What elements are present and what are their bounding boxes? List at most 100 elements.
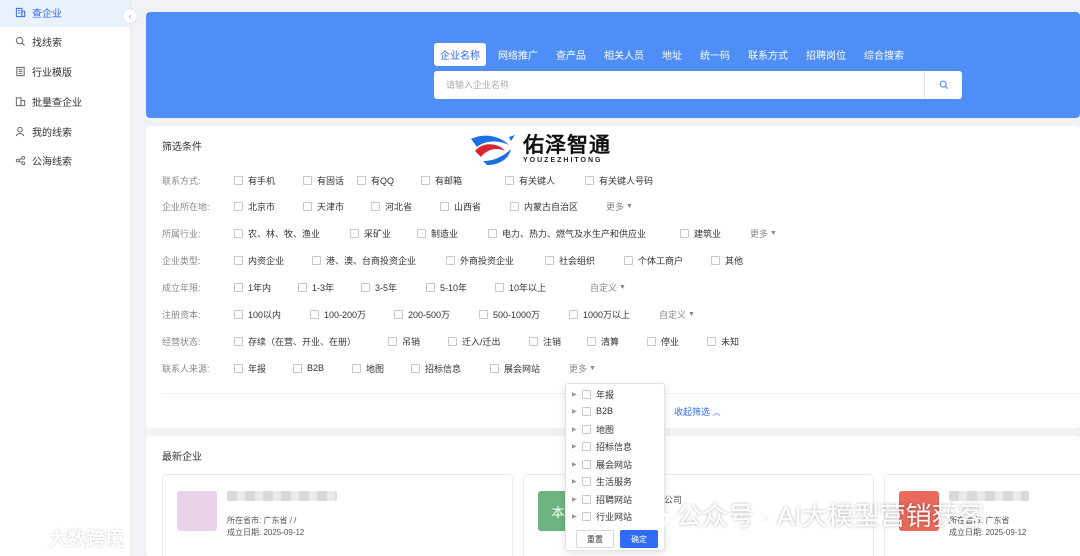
sidebar-item-batch-search[interactable]: 批量查企业 bbox=[0, 86, 130, 116]
filter-option[interactable]: 1000万以上 bbox=[569, 308, 630, 321]
filter-option[interactable]: 内蒙古自治区 bbox=[510, 200, 578, 213]
checkbox[interactable] bbox=[647, 336, 656, 346]
filter-option[interactable]: 200-500万 bbox=[394, 308, 450, 321]
search-input[interactable] bbox=[434, 71, 924, 99]
checkbox[interactable] bbox=[310, 309, 319, 319]
filter-option[interactable]: 制造业 bbox=[417, 227, 458, 240]
filter-option[interactable]: 迁入/迁出 bbox=[448, 335, 501, 348]
filter-option[interactable]: 招标信息 bbox=[411, 362, 461, 375]
checkbox[interactable] bbox=[234, 282, 243, 292]
checkbox[interactable] bbox=[234, 201, 243, 211]
tab-contact[interactable]: 联系方式 bbox=[742, 43, 794, 66]
sidebar-collapse-button[interactable]: ‹ bbox=[122, 8, 138, 24]
filter-option[interactable]: 有固话 bbox=[303, 174, 344, 187]
checkbox[interactable] bbox=[624, 255, 633, 265]
dropdown-item[interactable]: ▶ 行业网站 bbox=[572, 509, 632, 523]
filter-option[interactable]: 10年以上 bbox=[495, 281, 546, 294]
filter-option[interactable]: 个体工商户 bbox=[624, 254, 683, 267]
checkbox[interactable] bbox=[234, 363, 243, 373]
filter-option[interactable]: 停业 bbox=[647, 335, 679, 348]
checkbox[interactable] bbox=[421, 175, 430, 185]
checkbox[interactable] bbox=[293, 363, 302, 373]
tab-job-posts[interactable]: 招聘岗位 bbox=[800, 43, 852, 66]
filter-option[interactable]: 山西省 bbox=[440, 200, 481, 213]
checkbox[interactable] bbox=[234, 336, 243, 346]
checkbox[interactable] bbox=[417, 228, 426, 238]
checkbox[interactable] bbox=[394, 309, 403, 319]
checkbox[interactable] bbox=[582, 476, 591, 486]
checkbox[interactable] bbox=[234, 309, 243, 319]
checkbox[interactable] bbox=[303, 201, 312, 211]
checkbox[interactable] bbox=[371, 201, 380, 211]
dropdown-item[interactable]: ▶ 生活服务 bbox=[572, 474, 632, 488]
checkbox[interactable] bbox=[426, 282, 435, 292]
custom-dropdown[interactable]: 自定义 ▼ bbox=[590, 281, 626, 294]
filter-option[interactable]: 1年内 bbox=[234, 281, 271, 294]
checkbox[interactable] bbox=[448, 336, 457, 346]
checkbox[interactable] bbox=[582, 459, 591, 469]
tab-product[interactable]: 查产品 bbox=[550, 43, 592, 66]
filter-option[interactable]: 有关键人号码 bbox=[585, 174, 653, 187]
filter-option[interactable]: 采矿业 bbox=[350, 227, 391, 240]
filter-option[interactable]: 港、澳、台商投资企业 bbox=[312, 254, 416, 267]
checkbox[interactable] bbox=[350, 228, 359, 238]
dropdown-item[interactable]: ▶ 地图 bbox=[572, 422, 614, 436]
filter-option[interactable]: 存续（在营、开业、在册） bbox=[234, 335, 356, 348]
filter-option[interactable]: 500-1000万 bbox=[479, 308, 540, 321]
sidebar-item-public-leads[interactable]: 公海线索 bbox=[0, 145, 130, 175]
filter-option[interactable]: 天津市 bbox=[303, 200, 344, 213]
checkbox[interactable] bbox=[707, 336, 716, 346]
tab-address[interactable]: 地址 bbox=[656, 43, 688, 66]
dropdown-item[interactable]: ▶ B2B bbox=[572, 404, 613, 418]
checkbox[interactable] bbox=[234, 255, 243, 265]
dropdown-item[interactable]: ▶ 招聘网站 bbox=[572, 492, 632, 506]
filter-option[interactable]: 北京市 bbox=[234, 200, 275, 213]
checkbox[interactable] bbox=[545, 255, 554, 265]
more-dropdown[interactable]: 更多 ▼ bbox=[606, 200, 633, 213]
checkbox[interactable] bbox=[582, 511, 591, 521]
checkbox[interactable] bbox=[488, 228, 497, 238]
checkbox[interactable] bbox=[582, 424, 591, 434]
filter-option[interactable]: B2B bbox=[293, 363, 324, 373]
search-button[interactable] bbox=[924, 71, 962, 99]
checkbox[interactable] bbox=[298, 282, 307, 292]
filter-option[interactable]: 地图 bbox=[352, 362, 384, 375]
tab-online-promotion[interactable]: 网络推广 bbox=[492, 43, 544, 66]
checkbox[interactable] bbox=[587, 336, 596, 346]
checkbox[interactable] bbox=[680, 228, 689, 238]
checkbox[interactable] bbox=[582, 441, 591, 451]
sidebar-item-find-leads[interactable]: 找线索 bbox=[0, 26, 130, 56]
tab-company-name[interactable]: 企业名称 bbox=[434, 43, 486, 66]
checkbox[interactable] bbox=[446, 255, 455, 265]
filter-option[interactable]: 有手机 bbox=[234, 174, 275, 187]
tab-general-search[interactable]: 综合搜索 bbox=[858, 43, 910, 66]
more-dropdown-open[interactable]: 更多 ▼ bbox=[569, 362, 596, 375]
dropdown-item[interactable]: ▶ 招标信息 bbox=[572, 439, 632, 453]
checkbox[interactable] bbox=[440, 201, 449, 211]
tab-unified-code[interactable]: 统一码 bbox=[694, 43, 736, 66]
filter-option[interactable]: 100以内 bbox=[234, 308, 281, 321]
tab-related-people[interactable]: 相关人员 bbox=[598, 43, 650, 66]
checkbox[interactable] bbox=[529, 336, 538, 346]
checkbox[interactable] bbox=[490, 363, 499, 373]
sidebar-item-industry-templates[interactable]: 行业模版 bbox=[0, 56, 130, 86]
sidebar-item-my-leads[interactable]: 我的线索 bbox=[0, 116, 130, 146]
filter-option[interactable]: 注销 bbox=[529, 335, 561, 348]
filter-option[interactable]: 5-10年 bbox=[426, 281, 467, 294]
filter-option[interactable]: 年报 bbox=[234, 362, 266, 375]
company-card[interactable]: 所在省市: 广东省 / / 成立日期: 2025-09-12 bbox=[162, 474, 513, 556]
filter-option[interactable]: 内资企业 bbox=[234, 254, 284, 267]
filter-option[interactable]: 有邮箱 bbox=[421, 174, 462, 187]
reset-button[interactable]: 重置 bbox=[576, 530, 614, 548]
dropdown-item[interactable]: ▶ 年报 bbox=[572, 387, 614, 401]
checkbox[interactable] bbox=[352, 363, 361, 373]
more-dropdown[interactable]: 更多 ▼ bbox=[750, 227, 777, 240]
checkbox[interactable] bbox=[234, 175, 243, 185]
filter-option[interactable]: 建筑业 bbox=[680, 227, 721, 240]
filter-option[interactable]: 1-3年 bbox=[298, 281, 334, 294]
filter-option[interactable]: 农、林、牧、渔业 bbox=[234, 227, 320, 240]
filter-option[interactable]: 社会组织 bbox=[545, 254, 595, 267]
filter-option[interactable]: 有QQ bbox=[357, 174, 394, 187]
collapse-filter-link[interactable]: 收起筛选 ︿ bbox=[674, 405, 721, 418]
checkbox[interactable] bbox=[357, 175, 366, 185]
